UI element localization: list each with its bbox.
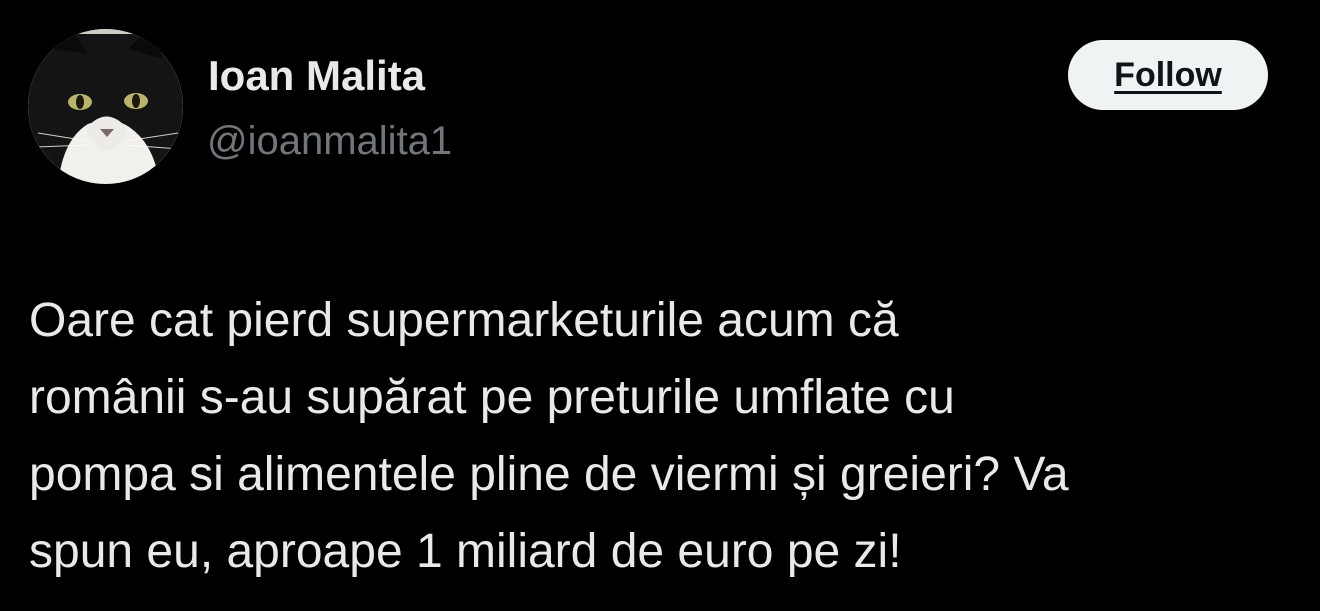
follow-button[interactable]: Follow (1068, 40, 1268, 110)
tweet-text-line: spun eu, aproape 1 miliard de euro pe zi… (29, 525, 902, 578)
author-handle[interactable]: @ioanmalita1 (207, 118, 452, 164)
avatar[interactable] (28, 29, 183, 184)
tweet-text-line: românii s-au supărat pe preturile umflat… (29, 371, 955, 424)
tweet-text-line: Oare cat pierd supermarketurile acum că (29, 294, 899, 347)
tweet-text-line: pompa si alimentele pline de viermi și g… (29, 448, 1069, 501)
author-display-name[interactable]: Ioan Malita (208, 52, 425, 100)
cat-avatar-icon (28, 29, 183, 184)
tweet-card: Ioan Malita @ioanmalita1 Follow Oare cat… (0, 0, 1320, 611)
tweet-text: Oare cat pierd supermarketurile acum că … (29, 282, 1299, 590)
